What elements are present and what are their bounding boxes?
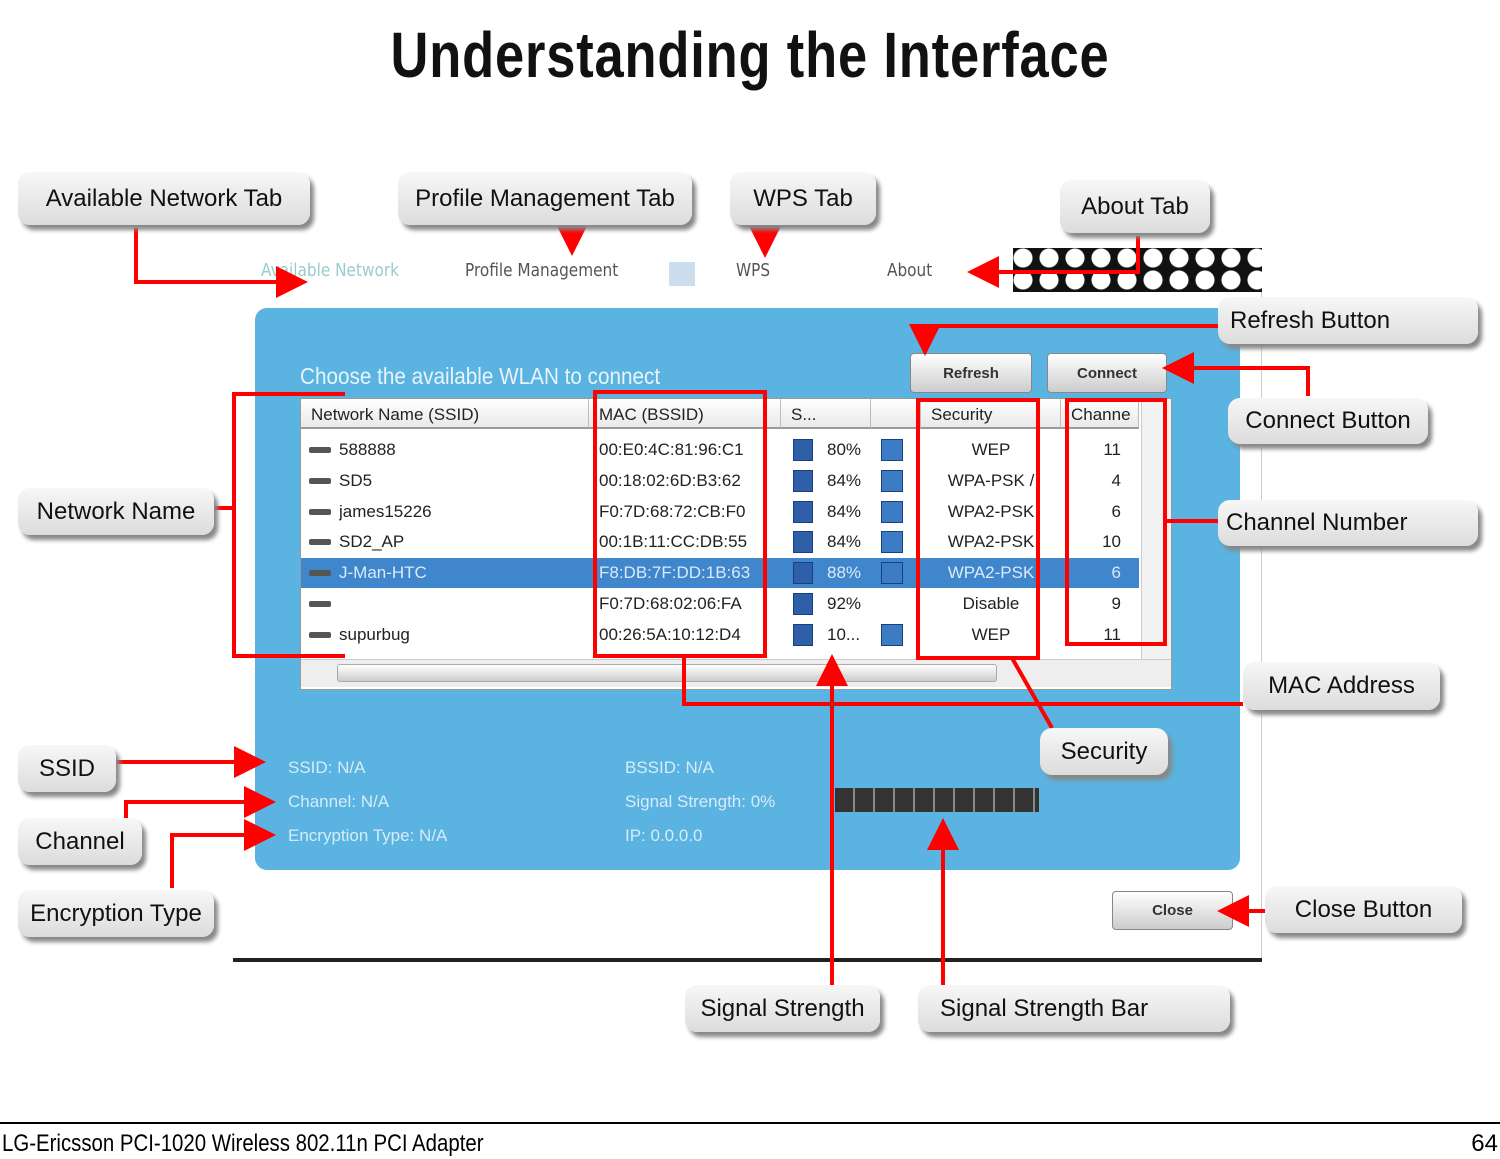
callout-channel-number: Channel Number [1218, 500, 1478, 546]
callout-ssid: SSID [18, 745, 116, 792]
callout-wps-tab: WPS Tab [730, 172, 876, 225]
callout-available-network-tab: Available Network Tab [18, 172, 310, 225]
callout-signal-strength-bar: Signal Strength Bar [918, 985, 1230, 1032]
callout-connect-button: Connect Button [1228, 398, 1428, 444]
page-number: 64 [1471, 1130, 1498, 1157]
callout-security: Security [1040, 728, 1168, 775]
callout-profile-management-tab: Profile Management Tab [398, 172, 692, 225]
footer-divider [0, 1122, 1500, 1124]
callout-about-tab: About Tab [1060, 180, 1210, 233]
callout-encryption-type: Encryption Type [18, 890, 214, 937]
callout-mac-address: MAC Address [1243, 662, 1440, 710]
callout-close-button: Close Button [1265, 886, 1462, 933]
callout-signal-strength: Signal Strength [685, 985, 880, 1032]
footer-product: LG-Ericsson PCI-1020 Wireless 802.11n PC… [2, 1130, 484, 1157]
callout-network-name: Network Name [18, 488, 214, 535]
callout-channel: Channel [18, 818, 142, 865]
callout-refresh-button: Refresh Button [1218, 297, 1478, 344]
